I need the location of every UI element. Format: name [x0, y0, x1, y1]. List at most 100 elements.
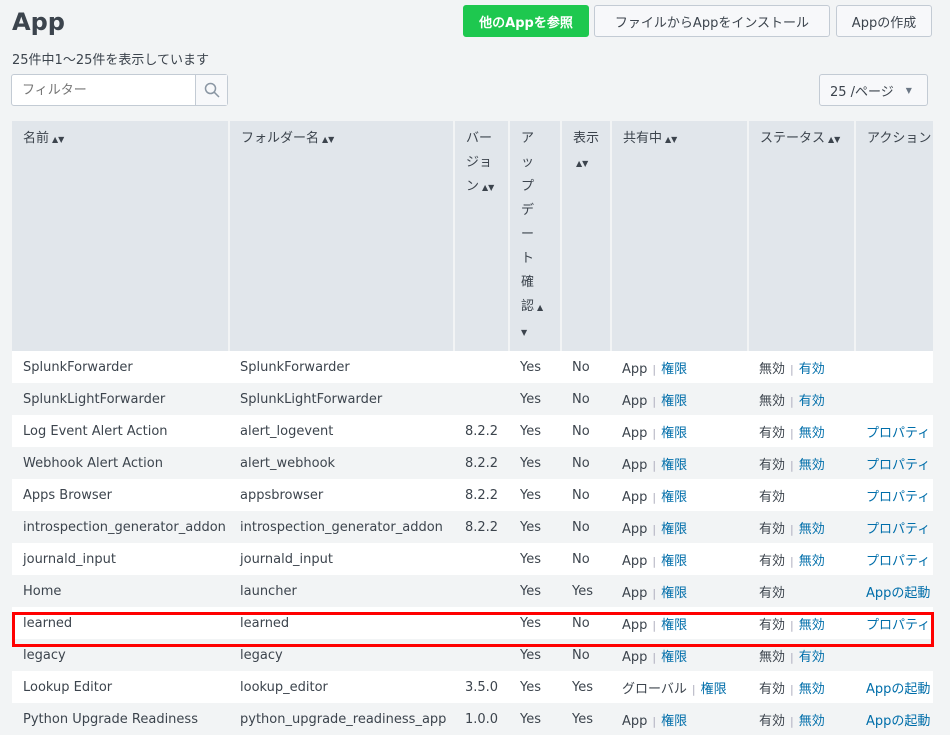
separator: |	[692, 683, 696, 696]
action-link[interactable]: プロパティ	[866, 458, 930, 473]
sort-icon: ▲▼	[665, 135, 677, 144]
update-check-cell: Yes	[509, 415, 561, 447]
column-header-status[interactable]: ステータス▲▼	[748, 121, 855, 351]
sort-icon: ▲▼	[482, 183, 494, 192]
page-margin	[934, 121, 950, 674]
separator: |	[652, 427, 656, 440]
column-header-version[interactable]: バージョン▲▼	[454, 121, 509, 351]
table-row: SplunkForwarderSplunkForwarderYesNoApp|権…	[12, 351, 933, 383]
visible: No	[572, 392, 590, 407]
apps-table: 名前▲▼ フォルダー名▲▼ バージョン▲▼ アップデート確認▲▼ 表示▲▼ 共有…	[12, 121, 933, 735]
column-header-update-check[interactable]: アップデート確認▲▼	[509, 121, 561, 351]
permissions-link[interactable]: 権限	[661, 586, 687, 601]
caret-down-icon: ▼	[906, 86, 912, 95]
update-check-cell: Yes	[509, 671, 561, 703]
column-header-folder[interactable]: フォルダー名▲▼	[229, 121, 454, 351]
column-label: フォルダー名	[241, 131, 319, 146]
toggle-status-link[interactable]: 無効	[799, 618, 825, 633]
app-name-cell: SplunkLightForwarder	[12, 383, 229, 415]
install-from-file-button[interactable]: ファイルからAppをインストール	[594, 5, 830, 37]
sharing-value: App	[622, 490, 647, 505]
separator: |	[652, 715, 656, 728]
visible-cell: Yes	[561, 703, 611, 735]
update-check: Yes	[520, 648, 541, 663]
folder-name: lookup_editor	[240, 680, 328, 695]
folder-name-cell: legacy	[229, 639, 454, 671]
status-cell: 無効|有効	[748, 639, 855, 671]
permissions-link[interactable]: 権限	[661, 714, 687, 729]
sort-icon: ▲▼	[322, 135, 334, 144]
toggle-status-link[interactable]: 有効	[799, 362, 825, 377]
action-link[interactable]: プロパティ	[866, 522, 930, 537]
version: 1.0.0	[465, 712, 498, 727]
app-name-cell: journald_input	[12, 543, 229, 575]
action-link[interactable]: Appの起動	[866, 682, 930, 697]
update-check-cell: Yes	[509, 351, 561, 383]
sharing-value: App	[622, 650, 647, 665]
version-cell: 3.5.0	[454, 671, 509, 703]
status-value: 無効	[759, 650, 785, 665]
toggle-status-link[interactable]: 無効	[799, 682, 825, 697]
update-check: Yes	[520, 680, 541, 695]
filter-input[interactable]	[12, 75, 195, 105]
version: 3.5.0	[465, 680, 498, 695]
update-check-cell: Yes	[509, 479, 561, 511]
column-label: アクション	[867, 131, 931, 146]
column-header-name[interactable]: 名前▲▼	[12, 121, 229, 351]
toggle-status-link[interactable]: 有効	[799, 650, 825, 665]
action-link[interactable]: プロパティ	[866, 490, 930, 505]
permissions-link[interactable]: 権限	[661, 650, 687, 665]
action-link[interactable]: Appの起動	[866, 586, 930, 601]
toggle-status-link[interactable]: 無効	[799, 426, 825, 441]
action-link[interactable]: プロパティ	[866, 554, 930, 569]
permissions-link[interactable]: 権限	[701, 682, 727, 697]
folder-name: journald_input	[240, 552, 333, 567]
permissions-link[interactable]: 権限	[661, 362, 687, 377]
visible: No	[572, 552, 590, 567]
app-name: Lookup Editor	[23, 680, 112, 695]
folder-name: alert_logevent	[240, 424, 333, 439]
separator: |	[652, 363, 656, 376]
toggle-status-link[interactable]: 有効	[799, 394, 825, 409]
version-cell: 8.2.2	[454, 511, 509, 543]
toggle-status-link[interactable]: 無効	[799, 554, 825, 569]
column-header-visible[interactable]: 表示▲▼	[561, 121, 611, 351]
status-value: 有効	[759, 490, 785, 505]
page-size-select[interactable]: 25 /ページ ▼	[819, 74, 928, 106]
action-link[interactable]: プロパティ	[866, 618, 930, 633]
permissions-link[interactable]: 権限	[661, 426, 687, 441]
version-cell: 8.2.2	[454, 415, 509, 447]
column-header-sharing[interactable]: 共有中▲▼	[611, 121, 748, 351]
sharing-value: App	[622, 394, 647, 409]
permissions-link[interactable]: 権限	[661, 394, 687, 409]
folder-name: alert_webhook	[240, 456, 335, 471]
permissions-link[interactable]: 権限	[661, 458, 687, 473]
browse-more-apps-button[interactable]: 他のAppを参照	[463, 5, 589, 37]
create-app-button[interactable]: Appの作成	[836, 5, 932, 37]
sharing-value: App	[622, 426, 647, 441]
update-check-cell: Yes	[509, 703, 561, 735]
toggle-status-link[interactable]: 無効	[799, 458, 825, 473]
sharing-value: App	[622, 714, 647, 729]
visible: No	[572, 360, 590, 375]
toggle-status-link[interactable]: 無効	[799, 522, 825, 537]
status-cell: 有効	[748, 479, 855, 511]
actions-cell: プロパティ	[855, 447, 933, 479]
separator: |	[652, 523, 656, 536]
status-value: 有効	[759, 458, 785, 473]
permissions-link[interactable]: 権限	[661, 554, 687, 569]
table-row: legacylegacyYesNoApp|権限無効|有効	[12, 639, 933, 671]
update-check: Yes	[520, 712, 541, 727]
permissions-link[interactable]: 権限	[661, 490, 687, 505]
search-button[interactable]	[195, 75, 227, 105]
column-label: 表示	[573, 131, 599, 146]
action-link[interactable]: Appの起動	[866, 714, 930, 729]
visible: No	[572, 424, 590, 439]
folder-name-cell: alert_webhook	[229, 447, 454, 479]
action-link[interactable]: プロパティ	[866, 426, 930, 441]
permissions-link[interactable]: 権限	[661, 618, 687, 633]
version-cell: 8.2.2	[454, 447, 509, 479]
status-cell: 無効|有効	[748, 383, 855, 415]
permissions-link[interactable]: 権限	[661, 522, 687, 537]
toggle-status-link[interactable]: 無効	[799, 714, 825, 729]
